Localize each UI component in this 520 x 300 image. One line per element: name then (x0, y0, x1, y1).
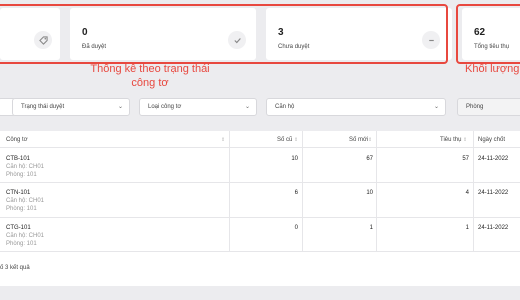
meter-code: CTB-101 (6, 156, 31, 162)
col-divider (473, 131, 474, 251)
meter-table: Công tơ ⇕ Số cũ ⇕ Số mới ⇕ Tiêu thụ ⇕ Ng… (0, 131, 520, 286)
col-header-old[interactable]: Số cũ (277, 137, 292, 143)
meter-apartment: Căn hộ: CH01 (6, 198, 45, 204)
col-header-usage[interactable]: Tiêu thụ (440, 137, 461, 143)
meter-apartment: Căn hộ: CH01 (6, 164, 45, 170)
usage: 1 (465, 225, 469, 231)
filter-meter-type[interactable]: Loại công tơ ⌄ (139, 98, 257, 116)
close-date: 24-11-2022 (478, 190, 509, 196)
row-divider (0, 147, 520, 148)
usage: 57 (462, 156, 469, 162)
filter-apartment[interactable]: Căn hộ ⌄ (266, 98, 446, 116)
col-header-meter[interactable]: Công tơ (6, 137, 28, 143)
close-date: 24-11-2022 (478, 225, 509, 231)
annotation-status-stats: Thống kê theo trạng thái công tơ (90, 63, 210, 89)
highlight-status-stats (0, 4, 448, 64)
new-reading: 10 (366, 190, 373, 196)
old-reading: 6 (294, 190, 298, 196)
col-header-new[interactable]: Số mới (349, 137, 368, 143)
filter-approval-status[interactable]: Trạng thái duyệt ⌄ (12, 98, 130, 116)
sort-icon: ⇕ (463, 137, 468, 143)
usage: 4 (465, 190, 469, 196)
close-date: 24-11-2022 (478, 156, 509, 162)
new-reading: 67 (366, 156, 373, 162)
row-divider (0, 251, 520, 252)
result-count: ố 3 kết quả (0, 265, 30, 271)
highlight-volume (456, 4, 520, 64)
sort-icon: ⇕ (294, 137, 299, 143)
meter-code: CTN-101 (6, 190, 31, 196)
annotation-volume: Khối lượng (465, 63, 520, 75)
new-reading: 1 (369, 225, 373, 231)
meter-room: Phòng: 101 (6, 241, 37, 247)
meter-room: Phòng: 101 (6, 172, 37, 178)
meter-room: Phòng: 101 (6, 206, 37, 212)
chevron-down-icon: ⌄ (433, 104, 439, 110)
meter-apartment: Căn hộ: CH01 (6, 233, 45, 239)
old-reading: 10 (291, 156, 298, 162)
row-divider (0, 217, 520, 218)
chevron-down-icon: ⌄ (244, 104, 250, 110)
sort-icon: ⇕ (368, 137, 373, 143)
old-reading: 0 (294, 225, 298, 231)
chevron-down-icon: ⌄ (117, 104, 123, 110)
row-divider (0, 182, 520, 183)
sort-icon: ⇕ (221, 137, 226, 143)
meter-code: CTG-101 (6, 225, 31, 231)
filter-room[interactable]: Phòng (457, 98, 520, 116)
col-header-date[interactable]: Ngày chốt (478, 137, 505, 143)
